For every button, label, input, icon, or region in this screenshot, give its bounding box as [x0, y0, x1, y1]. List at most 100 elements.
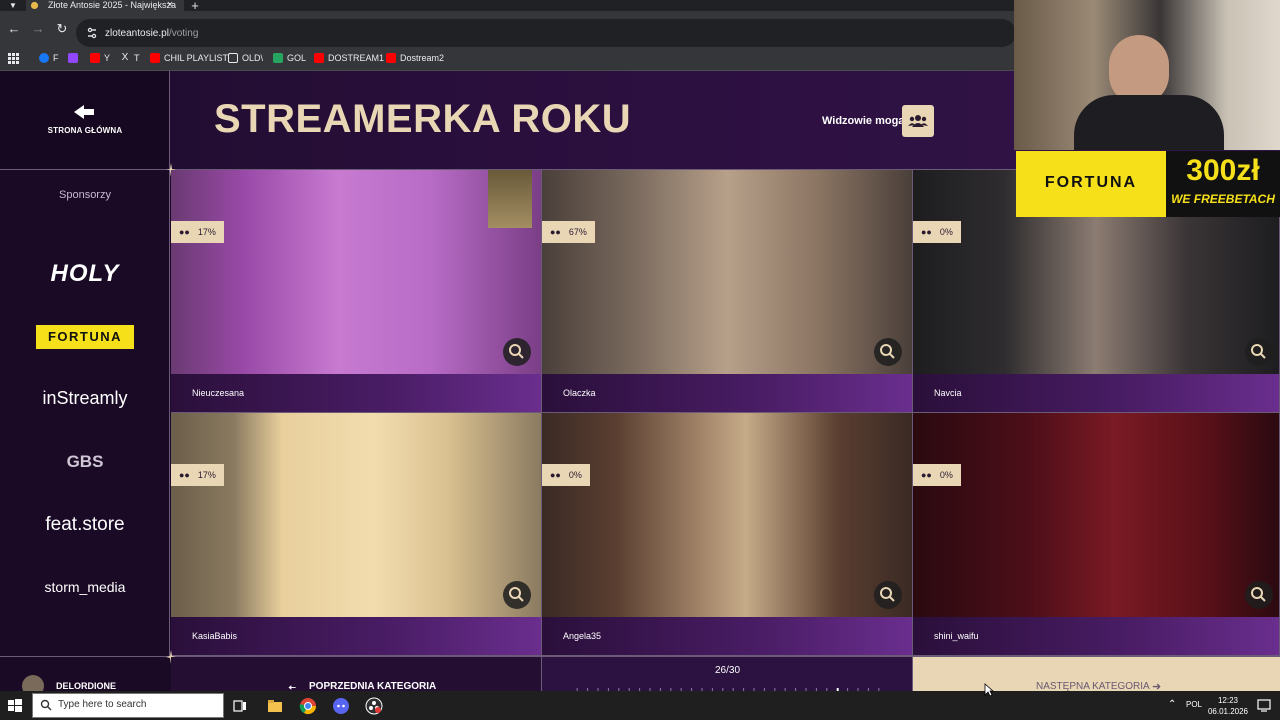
clock-time: 12:23: [1217, 696, 1239, 705]
vote-percent-badge: ●● 17%: [171, 464, 224, 486]
nominee-caption: [542, 374, 912, 412]
youtube-icon: [150, 53, 160, 63]
zoom-icon[interactable]: [503, 338, 531, 366]
sponsor-holy-logo[interactable]: HOLY: [20, 260, 150, 288]
nominee-name: shini_waifu: [934, 631, 979, 641]
users-group-icon: ●●: [921, 227, 932, 237]
users-group-icon: ●●: [179, 470, 190, 480]
file-explorer-icon[interactable]: [266, 697, 284, 715]
folder-icon: [228, 53, 238, 63]
new-tab-button[interactable]: +: [188, 0, 202, 12]
zoom-icon[interactable]: [1245, 338, 1273, 366]
bookmark-twitch[interactable]: [68, 51, 82, 65]
youtube-icon: [386, 53, 396, 63]
youtube-icon: [90, 53, 100, 63]
task-view-icon[interactable]: [231, 697, 249, 715]
sponsor-stormmedia-logo[interactable]: storm_media: [20, 579, 150, 595]
clock-date: 06.01.2026: [1207, 707, 1249, 716]
nominee-card[interactable]: ●● 0% Angela35: [542, 413, 913, 656]
vote-percent-badge: ●● 67%: [542, 221, 595, 243]
notifications-icon[interactable]: [1257, 698, 1271, 712]
sponsor-instreamly-logo[interactable]: inStreamly: [20, 388, 150, 409]
tray-chevron-icon[interactable]: ⌃: [1168, 699, 1176, 710]
home-button[interactable]: [0, 71, 170, 169]
viewers-button[interactable]: [902, 105, 934, 137]
browser-tab[interactable]: Złote Antosie 2025 - Największa: [26, 0, 184, 11]
bookmark-label: GOL: [287, 53, 307, 63]
vote-percent: 0%: [939, 227, 953, 237]
mouse-cursor-icon: [984, 683, 994, 697]
zoom-icon[interactable]: [1245, 581, 1273, 609]
badge-icon: [488, 170, 532, 228]
page-title: STREAMERKA ROKU: [214, 97, 632, 141]
vote-percent-badge: ●● 0%: [542, 464, 590, 486]
bookmark-gol[interactable]: GOL: [273, 51, 306, 65]
search-icon: [40, 699, 52, 711]
vote-percent: 67%: [568, 227, 587, 237]
sponsor-fortuna-text: FORTUNA: [47, 329, 123, 344]
viewers-label: Widzowie mogą: [822, 115, 905, 127]
users-group-icon: [908, 115, 928, 127]
apps-grid-icon[interactable]: [8, 53, 19, 64]
zoom-icon[interactable]: [874, 581, 902, 609]
vote-percent: 17%: [197, 227, 216, 237]
back-arrow-icon[interactable]: [73, 104, 95, 120]
bookmark-x[interactable]: XT: [120, 51, 140, 65]
bookmark-dostream1[interactable]: DOSTREAM1: [314, 51, 384, 65]
users-group-icon: ●●: [550, 470, 561, 480]
youtube-icon: [314, 53, 324, 63]
nominee-photo: [171, 170, 541, 374]
users-group-icon: ●●: [179, 227, 190, 237]
zoom-icon[interactable]: [503, 581, 531, 609]
bookmark-youtube[interactable]: Y: [90, 51, 110, 65]
tab-favicon-icon: [30, 1, 39, 10]
system-clock[interactable]: 12:23 06.01.2026: [1206, 695, 1250, 717]
user-name[interactable]: DELORDIONE: [56, 681, 116, 691]
users-group-icon: ●●: [550, 227, 561, 237]
bookmark-dostream2[interactable]: Dostream2: [386, 51, 444, 65]
tab-close-icon[interactable]: ×: [164, 0, 176, 11]
nominee-name: Olaczka: [563, 388, 596, 398]
nominee-card[interactable]: ●● 17% Nieuczesana: [171, 170, 542, 413]
bookmark-label: OLD\: [242, 53, 264, 63]
home-label[interactable]: STRONA GŁÓWNA: [0, 126, 170, 135]
forward-icon[interactable]: →: [31, 22, 45, 36]
nominee-caption: [913, 374, 1279, 412]
windows-start-icon[interactable]: [6, 697, 24, 715]
twitch-icon: [68, 53, 78, 63]
bookmark-label: T: [134, 53, 140, 63]
bookmark-label: CHIL PLAYLIST: [164, 53, 229, 63]
bookmark-facebook[interactable]: F: [39, 51, 59, 65]
back-icon[interactable]: ←: [7, 22, 21, 36]
url-host: zloteantosie.pl: [105, 28, 169, 39]
nominee-name: Nieuczesana: [192, 388, 245, 398]
site-settings-icon[interactable]: [86, 26, 98, 40]
url-text[interactable]: zloteantosie.pl/voting: [105, 27, 198, 41]
zoom-icon[interactable]: [874, 338, 902, 366]
input-language[interactable]: POL: [1186, 700, 1202, 709]
discord-icon[interactable]: [332, 697, 350, 715]
reload-icon[interactable]: ↻: [55, 22, 69, 36]
nominee-card[interactable]: ●● 67% Olaczka: [542, 170, 913, 413]
chrome-icon[interactable]: [299, 697, 317, 715]
nominee-card[interactable]: ●● 17% KasiaBabis: [171, 413, 542, 656]
vote-percent-badge: ●● 0%: [913, 221, 961, 243]
nominee-photo: [542, 413, 912, 617]
sponsor-featstore-logo[interactable]: feat.store: [20, 514, 150, 536]
x-logo-icon: X: [121, 52, 129, 63]
nominee-card[interactable]: ●● 0% shini_waifu: [913, 413, 1280, 656]
gol-icon: [273, 53, 283, 63]
nominee-name: Angela35: [563, 631, 602, 641]
tab-search-icon[interactable]: ▼: [6, 0, 20, 11]
sponsor-gbs-logo[interactable]: GBS: [20, 452, 150, 472]
taskbar-search-placeholder[interactable]: Type here to search: [58, 699, 146, 710]
vote-percent: 17%: [197, 470, 216, 480]
address-bar[interactable]: [76, 19, 1016, 47]
bookmark-chil-playlist[interactable]: CHIL PLAYLIST: [150, 51, 228, 65]
users-group-icon: ●●: [921, 470, 932, 480]
bookmark-folder-old[interactable]: OLD\: [228, 51, 263, 65]
obs-icon[interactable]: [365, 697, 383, 715]
ad-promo-text: WE FREEBETACH: [1171, 192, 1275, 206]
sponsor-fortuna-logo[interactable]: FORTUNA: [36, 325, 134, 349]
vote-percent: 0%: [568, 470, 582, 480]
